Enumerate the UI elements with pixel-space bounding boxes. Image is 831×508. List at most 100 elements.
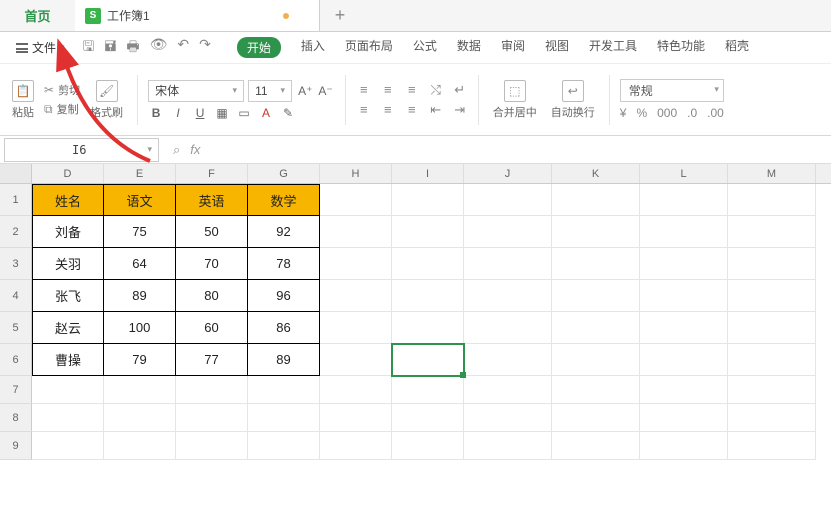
cell[interactable] — [464, 248, 552, 280]
cell[interactable] — [464, 432, 552, 460]
column-header[interactable]: M — [728, 164, 816, 183]
select-all-corner[interactable] — [0, 164, 32, 183]
ribbon-tab-start[interactable]: 开始 — [237, 37, 281, 58]
save-icon[interactable]: 🖫 — [83, 36, 95, 60]
column-header[interactable]: J — [464, 164, 552, 183]
cell[interactable] — [392, 280, 464, 312]
row-header[interactable]: 2 — [0, 216, 32, 248]
cell[interactable]: 60 — [176, 312, 248, 344]
cell[interactable] — [32, 404, 104, 432]
row-header[interactable]: 4 — [0, 280, 32, 312]
cell[interactable] — [32, 376, 104, 404]
row-header[interactable]: 8 — [0, 404, 32, 432]
cell[interactable] — [392, 312, 464, 344]
cell[interactable] — [320, 248, 392, 280]
cell[interactable]: 96 — [248, 280, 320, 312]
cell[interactable] — [464, 184, 552, 216]
cell[interactable] — [464, 216, 552, 248]
align-right-icon[interactable]: ≡ — [404, 103, 420, 117]
cell[interactable]: 语文 — [104, 184, 176, 216]
cell[interactable] — [176, 404, 248, 432]
cell[interactable]: 英语 — [176, 184, 248, 216]
cell[interactable] — [32, 432, 104, 460]
percent-icon[interactable]: % — [636, 106, 647, 120]
fill-handle[interactable] — [460, 372, 466, 378]
italic-button[interactable]: I — [170, 106, 186, 120]
align-left-icon[interactable]: ≡ — [356, 103, 372, 117]
cell[interactable]: 数学 — [248, 184, 320, 216]
decrease-font-icon[interactable]: A⁻ — [316, 82, 334, 100]
name-box[interactable]: I6 ▾ — [4, 138, 159, 162]
increase-decimal-icon[interactable]: .00 — [707, 106, 724, 120]
cell[interactable] — [552, 376, 640, 404]
cell[interactable] — [728, 432, 816, 460]
cell[interactable] — [248, 432, 320, 460]
cell[interactable] — [320, 376, 392, 404]
cell[interactable]: 79 — [104, 344, 176, 376]
cell[interactable]: 75 — [104, 216, 176, 248]
currency-icon[interactable]: ¥ — [620, 106, 627, 120]
cell[interactable] — [552, 280, 640, 312]
cell[interactable] — [552, 216, 640, 248]
cell[interactable] — [728, 248, 816, 280]
highlight-button[interactable]: ✎ — [280, 106, 296, 120]
merge-center-button[interactable]: ⬚ 合并居中 — [489, 70, 541, 130]
cell[interactable] — [176, 432, 248, 460]
row-header[interactable]: 7 — [0, 376, 32, 404]
cell[interactable] — [248, 404, 320, 432]
cell[interactable] — [728, 312, 816, 344]
wrap-text-button[interactable]: ↩ 自动换行 — [547, 70, 599, 130]
formula-input[interactable] — [214, 138, 831, 162]
cell[interactable] — [728, 344, 816, 376]
align-bottom-icon[interactable]: ≡ — [404, 83, 420, 97]
cell[interactable] — [464, 376, 552, 404]
cell[interactable] — [392, 404, 464, 432]
border-button[interactable]: ▦ — [214, 106, 230, 120]
cell[interactable] — [728, 376, 816, 404]
cell[interactable] — [320, 404, 392, 432]
bold-button[interactable]: B — [148, 106, 164, 120]
column-header[interactable]: E — [104, 164, 176, 183]
decrease-indent-icon[interactable]: ⇤ — [428, 103, 444, 117]
font-name-combo[interactable]: 宋体▾ — [148, 80, 244, 102]
column-header[interactable]: F — [176, 164, 248, 183]
fill-color-button[interactable]: ▭ — [236, 106, 252, 120]
cell[interactable] — [728, 216, 816, 248]
ribbon-tab-devtools[interactable]: 开发工具 — [589, 37, 637, 58]
increase-font-icon[interactable]: A⁺ — [296, 82, 314, 100]
paste-group[interactable]: 📋 粘贴 — [8, 70, 38, 130]
print-preview-icon[interactable]: 👁 — [150, 36, 168, 60]
cell[interactable] — [104, 404, 176, 432]
cell[interactable] — [464, 312, 552, 344]
cell[interactable]: 89 — [248, 344, 320, 376]
cell[interactable] — [320, 216, 392, 248]
ribbon-tab-docer[interactable]: 稻壳 — [725, 37, 749, 58]
cell[interactable] — [464, 404, 552, 432]
cell[interactable]: 89 — [104, 280, 176, 312]
column-header[interactable]: H — [320, 164, 392, 183]
ribbon-tab-view[interactable]: 视图 — [545, 37, 569, 58]
cell[interactable] — [392, 216, 464, 248]
copy-button[interactable]: ⧉复制 — [44, 101, 80, 117]
cell[interactable] — [640, 184, 728, 216]
cell[interactable] — [392, 184, 464, 216]
ribbon-tab-features[interactable]: 特色功能 — [657, 37, 705, 58]
column-header[interactable]: D — [32, 164, 104, 183]
row-header[interactable]: 9 — [0, 432, 32, 460]
cell[interactable] — [320, 312, 392, 344]
decrease-decimal-icon[interactable]: .0 — [687, 106, 697, 120]
cell[interactable] — [640, 312, 728, 344]
column-header[interactable]: L — [640, 164, 728, 183]
cell[interactable] — [176, 376, 248, 404]
save-as-icon[interactable]: 🖬 — [104, 36, 116, 60]
underline-button[interactable]: U — [192, 106, 208, 120]
cell[interactable]: 曹操 — [32, 344, 104, 376]
cell[interactable]: 刘备 — [32, 216, 104, 248]
cell[interactable] — [640, 432, 728, 460]
column-header[interactable]: G — [248, 164, 320, 183]
print-icon[interactable]: 🖶 — [126, 36, 139, 60]
cell[interactable] — [464, 344, 552, 376]
cell[interactable] — [320, 184, 392, 216]
cell[interactable] — [552, 432, 640, 460]
cut-button[interactable]: ✂剪切 — [44, 82, 80, 98]
